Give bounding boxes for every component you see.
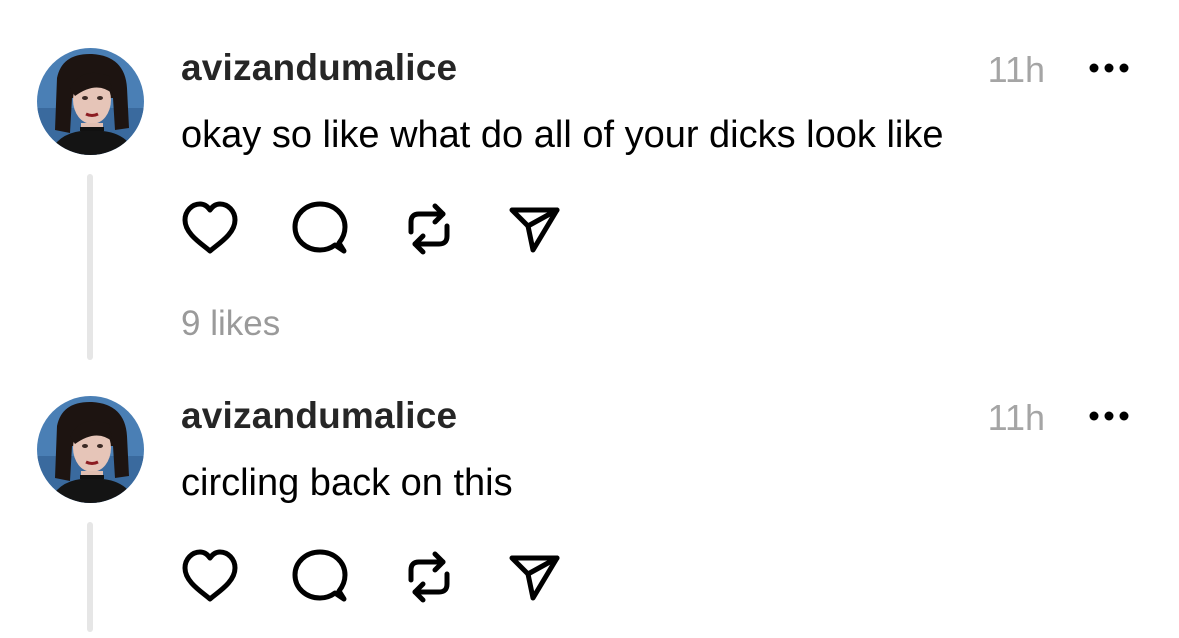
- repost-icon: [408, 203, 450, 255]
- thread-post: avizandumalice 11h okay so like what do …: [0, 0, 1179, 370]
- comment-button[interactable]: [289, 548, 349, 608]
- timestamp: 11h: [987, 49, 1045, 90]
- repost-button[interactable]: [399, 548, 459, 608]
- post-text: circling back on this: [181, 462, 513, 504]
- share-icon: [509, 207, 560, 253]
- action-bar: [180, 200, 580, 260]
- avatar[interactable]: [37, 48, 144, 155]
- share-button[interactable]: [504, 548, 564, 608]
- timestamp: 11h: [987, 397, 1045, 438]
- ellipsis-icon: [1089, 411, 1129, 421]
- thread-line: [87, 522, 93, 632]
- more-options-button[interactable]: [1088, 407, 1132, 425]
- repost-icon: [408, 551, 450, 603]
- like-button[interactable]: [180, 548, 240, 608]
- share-icon: [509, 555, 560, 601]
- more-options-button[interactable]: [1088, 59, 1132, 77]
- heart-icon: [182, 549, 238, 602]
- repost-button[interactable]: [399, 200, 459, 260]
- thread-post: avizandumalice 11h circling back on this: [0, 370, 1179, 638]
- comment-icon: [292, 201, 348, 254]
- comment-button[interactable]: [289, 200, 349, 260]
- thread-line: [87, 174, 93, 360]
- like-button[interactable]: [180, 200, 240, 260]
- post-text: okay so like what do all of your dicks l…: [181, 114, 944, 156]
- share-button[interactable]: [504, 200, 564, 260]
- action-bar: [180, 548, 580, 608]
- likes-count[interactable]: 9 likes: [181, 304, 280, 344]
- avatar-image: [37, 396, 144, 503]
- ellipsis-icon: [1089, 63, 1129, 73]
- avatar-image: [37, 48, 144, 155]
- avatar[interactable]: [37, 396, 144, 503]
- comment-icon: [292, 549, 348, 602]
- heart-icon: [182, 201, 238, 254]
- username[interactable]: avizandumalice: [181, 395, 457, 437]
- username[interactable]: avizandumalice: [181, 47, 457, 89]
